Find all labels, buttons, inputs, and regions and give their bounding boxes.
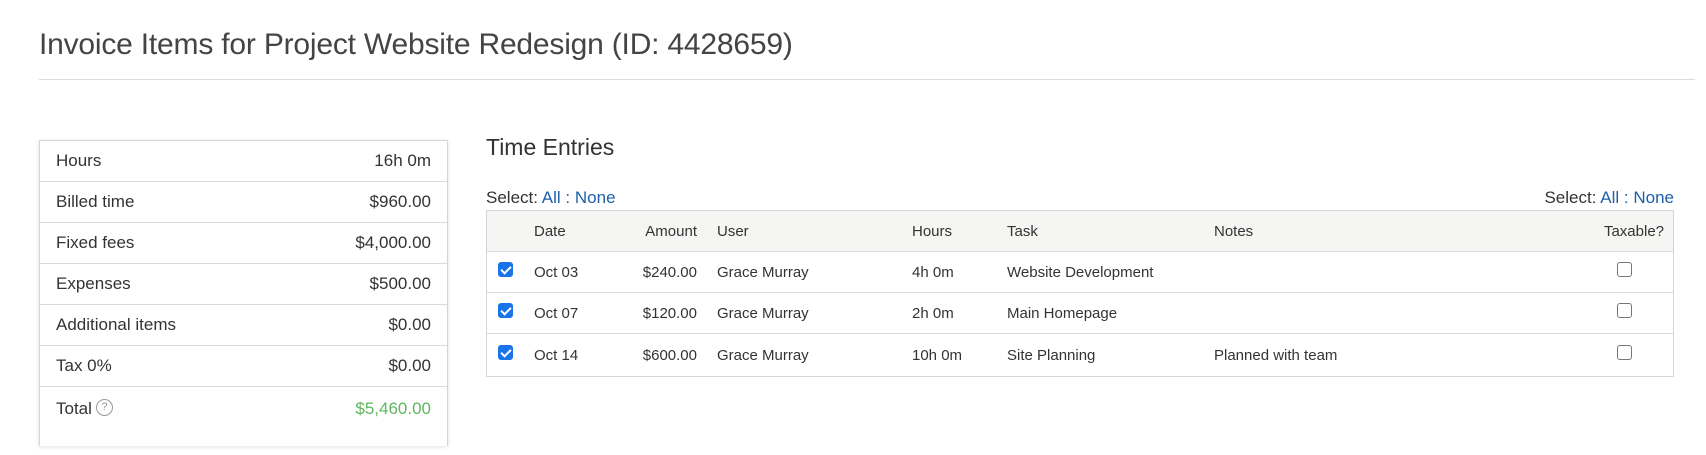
summary-label: Hours xyxy=(56,151,102,170)
summary-label: Expenses xyxy=(56,274,131,293)
summary-value: $0.00 xyxy=(388,356,431,375)
taxable-select-none-link[interactable]: None xyxy=(1633,188,1674,207)
taxable-cell xyxy=(1584,252,1664,292)
entry-amount: $120.00 xyxy=(642,304,697,322)
row-include-checkbox[interactable] xyxy=(498,344,513,360)
entry-notes: Planned with team xyxy=(1214,346,1338,364)
select-controls-top-left: Select: All : None xyxy=(486,188,616,208)
taxable-checkbox[interactable] xyxy=(1616,302,1632,318)
column-header-taxable: Taxable? xyxy=(1603,222,1664,240)
summary-value: $0.00 xyxy=(388,315,431,334)
taxable-checkbox[interactable] xyxy=(1616,261,1632,277)
entry-hours: 2h 0m xyxy=(912,304,954,322)
page: Invoice Items for Project Website Redesi… xyxy=(0,0,1706,455)
time-entries-table: Date Amount User Hours Task Notes Taxabl… xyxy=(486,210,1674,377)
select-controls-top-right: Select: All : None xyxy=(1544,188,1674,208)
taxable-select-all-link[interactable]: All xyxy=(1600,188,1619,207)
total-value: $5,460.00 xyxy=(355,399,431,418)
row-include-checkbox[interactable] xyxy=(498,261,513,277)
summary-value: $500.00 xyxy=(369,274,431,293)
total-label: Total xyxy=(56,399,92,418)
page-title: Invoice Items for Project Website Redesi… xyxy=(39,28,793,61)
row-select-cell xyxy=(498,293,516,333)
help-icon[interactable]: ? xyxy=(95,399,113,416)
entry-date: Oct 07 xyxy=(534,304,579,322)
summary-row-expenses: Expenses $500.00 xyxy=(40,264,447,305)
column-header-amount: Amount xyxy=(645,222,697,240)
table-row: Oct 03 $240.00 Grace Murray 4h 0m Websit… xyxy=(487,252,1673,293)
entry-hours: 4h 0m xyxy=(912,263,954,281)
summary-label: Additional items xyxy=(56,315,177,334)
column-header-task: Task xyxy=(1007,222,1038,240)
taxable-cell xyxy=(1584,293,1664,333)
entry-task: Site Planning xyxy=(1007,346,1096,364)
column-header-user: User xyxy=(717,222,749,240)
table-row: Oct 14 $600.00 Grace Murray 10h 0m Site … xyxy=(487,334,1673,376)
select-prefix: Select: xyxy=(1544,188,1597,207)
column-header-date: Date xyxy=(534,222,566,240)
invoice-summary-panel: Hours 16h 0m Billed time $960.00 Fixed f… xyxy=(39,140,448,446)
summary-row-billed-time: Billed time $960.00 xyxy=(40,182,447,223)
summary-value: $4,000.00 xyxy=(355,233,431,252)
entry-date: Oct 14 xyxy=(534,346,579,364)
entry-user: Grace Murray xyxy=(717,263,809,281)
select-all-link[interactable]: All xyxy=(542,188,561,207)
table-row: Oct 07 $120.00 Grace Murray 2h 0m Main H… xyxy=(487,293,1673,334)
summary-value: $960.00 xyxy=(369,192,431,211)
summary-value: 16h 0m xyxy=(374,151,431,170)
time-entries-title: Time Entries xyxy=(486,134,615,160)
select-separator: : xyxy=(1623,188,1629,207)
title-divider xyxy=(39,79,1695,80)
table-header-row: Date Amount User Hours Task Notes Taxabl… xyxy=(487,211,1673,252)
summary-label: Tax 0% xyxy=(56,356,112,375)
select-separator: : xyxy=(565,188,571,207)
summary-row-hours: Hours 16h 0m xyxy=(40,141,447,182)
summary-label: Fixed fees xyxy=(56,233,135,252)
summary-label: Billed time xyxy=(56,192,135,211)
entry-amount: $240.00 xyxy=(642,263,697,281)
row-include-checkbox[interactable] xyxy=(498,302,513,318)
summary-row-additional-items: Additional items $0.00 xyxy=(40,305,447,346)
entry-user: Grace Murray xyxy=(717,346,809,364)
taxable-checkbox[interactable] xyxy=(1616,344,1632,360)
column-header-hours: Hours xyxy=(912,222,953,240)
summary-row-fixed-fees: Fixed fees $4,000.00 xyxy=(40,223,447,264)
entry-amount: $600.00 xyxy=(642,346,697,364)
entry-hours: 10h 0m xyxy=(912,346,963,364)
row-select-cell xyxy=(498,252,516,292)
row-select-cell xyxy=(498,334,516,376)
entry-user: Grace Murray xyxy=(717,304,809,322)
summary-row-tax: Tax 0% $0.00 xyxy=(40,346,447,387)
select-none-link[interactable]: None xyxy=(575,188,616,207)
entry-task: Main Homepage xyxy=(1007,304,1118,322)
entry-task: Website Development xyxy=(1007,263,1154,281)
taxable-cell xyxy=(1584,334,1664,376)
summary-row-total: Total? $5,460.00 xyxy=(40,387,447,431)
column-header-notes: Notes xyxy=(1214,222,1254,240)
total-label-group: Total? xyxy=(56,399,113,419)
select-prefix: Select: xyxy=(486,188,538,207)
entry-date: Oct 03 xyxy=(534,263,579,281)
